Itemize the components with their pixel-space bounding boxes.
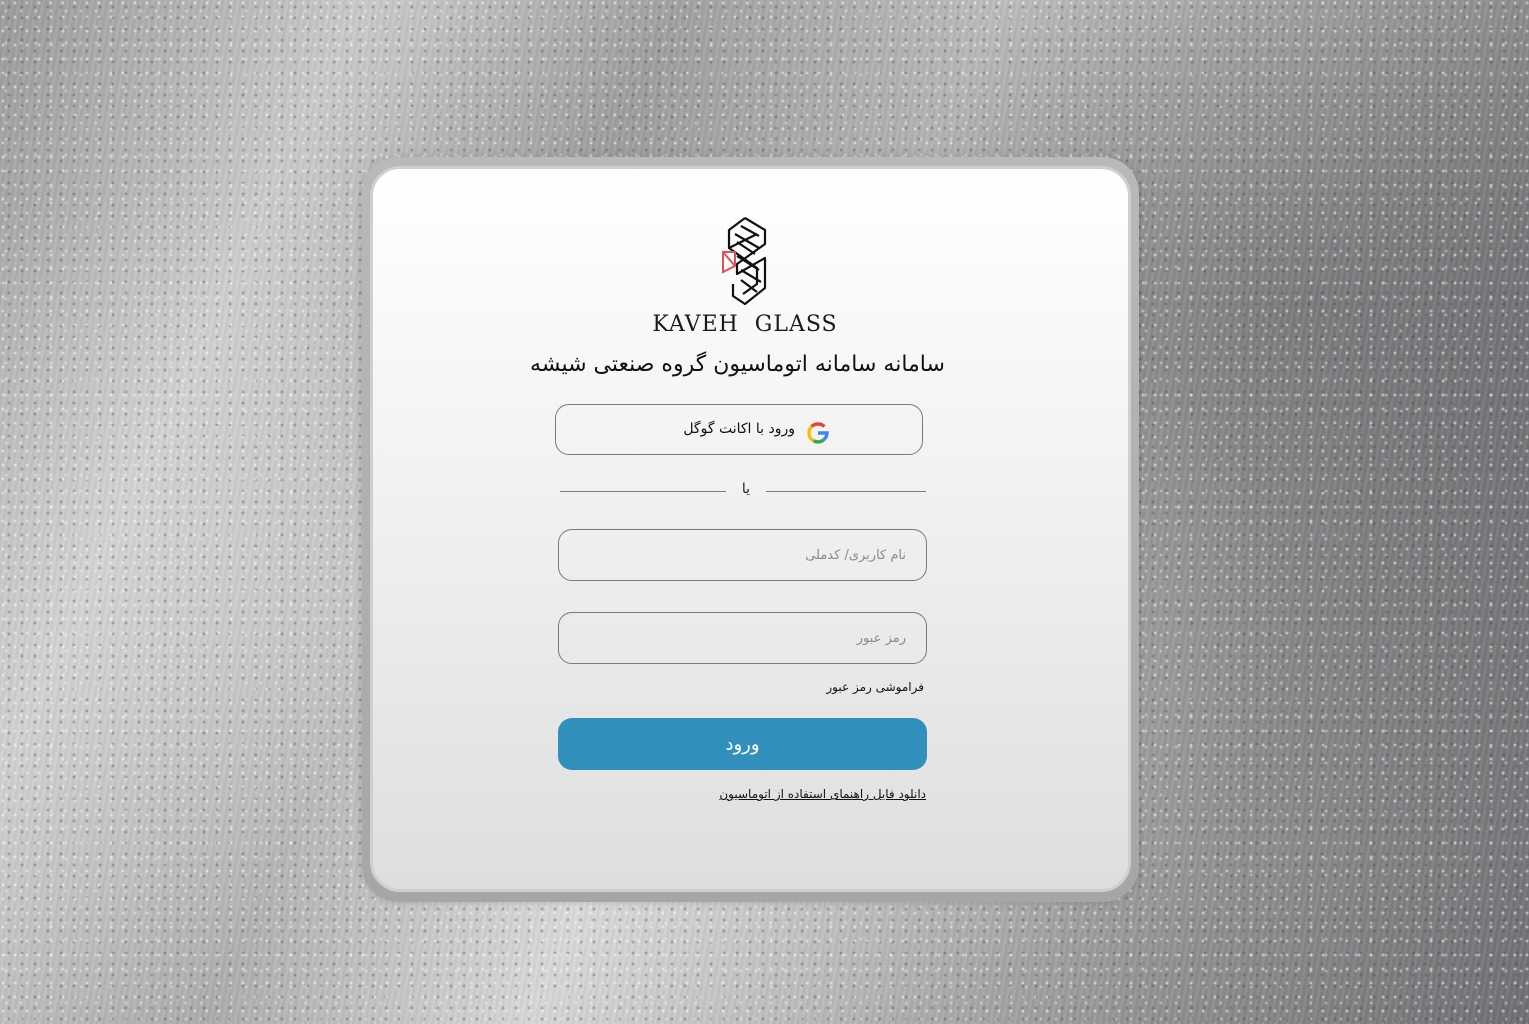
divider-line-right (766, 491, 926, 492)
login-button[interactable]: ورود (558, 718, 927, 770)
username-input[interactable] (558, 529, 927, 581)
kaveh-glass-logo-icon (722, 217, 767, 306)
password-input[interactable] (558, 612, 927, 664)
download-manual-link[interactable]: دانلود فایل راهنمای استفاده از اتوماسیون (660, 787, 926, 801)
forgot-password-link[interactable]: فراموشی رمز عبور (720, 680, 924, 694)
page-title: سامانه سامانه اتوماسیون گروه صنعتی شیشه (530, 352, 945, 377)
google-login-label[interactable]: ورود با اکانت گوگل (640, 421, 795, 437)
google-icon (807, 422, 829, 444)
divider-text: یا (741, 481, 751, 497)
divider-line-left (560, 491, 726, 492)
brand-name: KAVEH GLASS (652, 312, 838, 337)
